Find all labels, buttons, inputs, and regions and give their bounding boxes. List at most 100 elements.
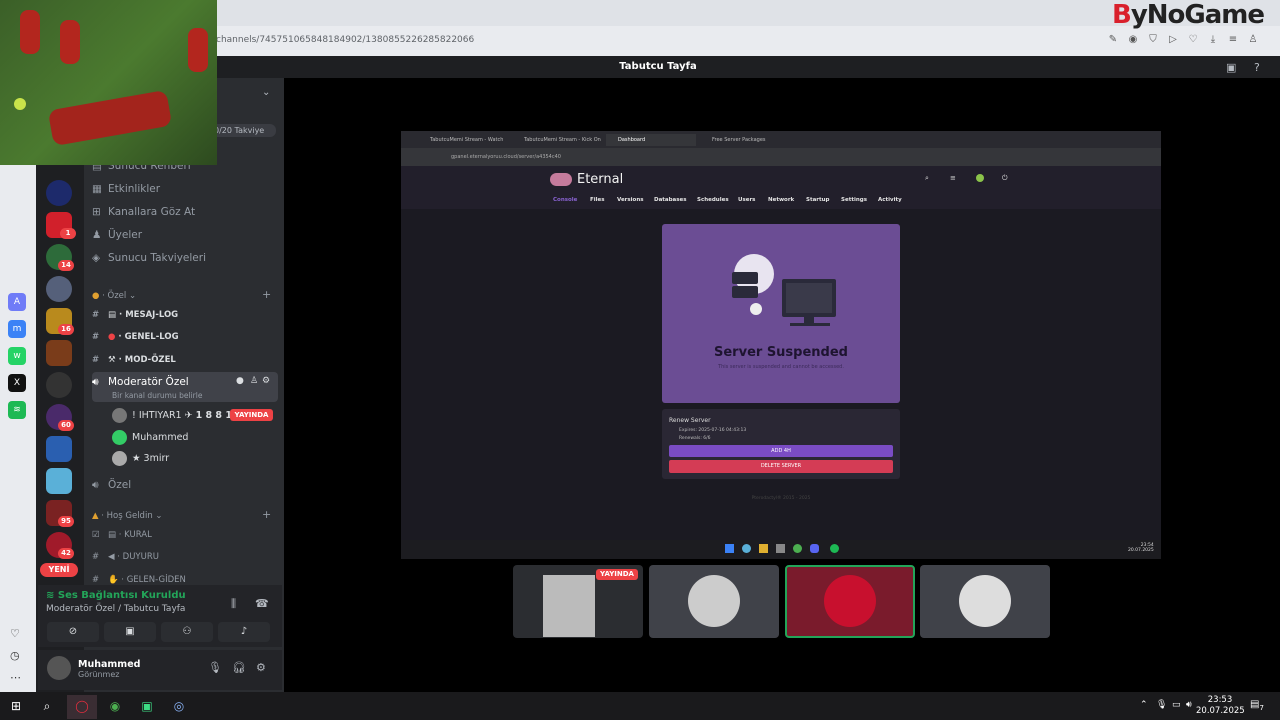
username[interactable]: Muhammed bbox=[78, 659, 140, 670]
search-icon[interactable]: ⌕ bbox=[38, 697, 56, 715]
account-icon[interactable]: ♙ bbox=[1246, 34, 1260, 48]
channel-mesaj-log[interactable]: # ▤ · MESAJ-LOG bbox=[92, 305, 278, 325]
edit-icon[interactable]: ✎ bbox=[1106, 34, 1120, 48]
server-icon[interactable] bbox=[46, 340, 72, 366]
spotify-icon bbox=[830, 544, 839, 553]
play-icon[interactable]: ▷ bbox=[1166, 34, 1180, 48]
participant-tile[interactable] bbox=[649, 565, 779, 638]
nav-item: Versions bbox=[617, 197, 644, 203]
disconnect-icon[interactable]: ☎ bbox=[255, 597, 269, 610]
menu-icon[interactable]: ≡ bbox=[1226, 34, 1240, 48]
microphone-icon[interactable]: 🎙︎ bbox=[1156, 700, 1167, 710]
messenger-icon[interactable]: m bbox=[8, 320, 26, 338]
microphone-icon[interactable]: 🎙︎ bbox=[208, 661, 222, 674]
screen-share-button[interactable]: ▣ bbox=[104, 622, 156, 642]
spotify-icon[interactable]: ≋ bbox=[8, 401, 26, 419]
participant-tile-speaking[interactable] bbox=[785, 565, 915, 638]
stream-tab: Free Server Packages bbox=[712, 137, 766, 143]
voice-user[interactable]: ★ 3mirr bbox=[112, 449, 169, 469]
channel-duyuru[interactable]: # ◀ · DUYURU bbox=[92, 547, 278, 567]
opera-icon[interactable]: ◯ bbox=[73, 697, 91, 715]
heart-icon[interactable]: ♡ bbox=[10, 627, 20, 640]
browse-icon: ⊞ bbox=[92, 206, 101, 218]
voice-channel-path[interactable]: Moderatör Özel / Tabutcu Tayfa bbox=[46, 604, 185, 614]
avatar[interactable] bbox=[47, 656, 71, 680]
discord-icon bbox=[810, 544, 819, 553]
volume-icon[interactable]: 🔊︎ bbox=[1186, 700, 1192, 710]
channel-kural[interactable]: ☑ ▤ · KURAL bbox=[92, 525, 278, 545]
menu-events[interactable]: ▦ Etkinlikler bbox=[92, 179, 278, 199]
add-channel-icon[interactable]: + bbox=[262, 288, 271, 301]
whatsapp-icon[interactable]: w bbox=[8, 347, 26, 365]
shield-icon[interactable]: ⛉ bbox=[1146, 34, 1160, 48]
channel-status-hint[interactable]: Bir kanal durumu belirle bbox=[112, 391, 202, 400]
activity-button[interactable]: ⚇ bbox=[161, 622, 213, 642]
expires-text: Expires: 2025-07-16 04:43:13 bbox=[679, 428, 747, 433]
renewals-text: Renewals: 6/6 bbox=[679, 436, 711, 441]
add-channel-icon[interactable]: + bbox=[262, 508, 271, 521]
pip-video[interactable] bbox=[0, 0, 217, 165]
headphones-icon[interactable]: 🎧︎ bbox=[232, 661, 246, 674]
start-icon[interactable]: ⊞ bbox=[7, 697, 25, 715]
nav-item: Activity bbox=[878, 197, 902, 203]
windows-taskbar bbox=[0, 692, 1280, 720]
chat-icon[interactable]: ● bbox=[236, 376, 244, 386]
x-icon[interactable]: X bbox=[8, 374, 26, 392]
avatar bbox=[112, 451, 127, 466]
chevron-up-icon[interactable]: ⌃ bbox=[1140, 700, 1148, 710]
app-icon bbox=[742, 544, 751, 553]
system-clock[interactable]: 23:53 20.07.2025 bbox=[1196, 695, 1245, 717]
hash-icon: # bbox=[92, 332, 100, 342]
notification-icon[interactable]: ▤7 bbox=[1250, 699, 1264, 712]
voice-channel-ozel[interactable]: 🔊︎ Özel bbox=[92, 475, 278, 495]
inbox-icon[interactable]: ▣ bbox=[1226, 61, 1236, 74]
voice-user[interactable]: ! IHTIYAR1 ✈ 1 8 8 1 bbox=[112, 406, 232, 426]
hash-icon: # bbox=[92, 355, 100, 365]
server-badge: 14 bbox=[58, 260, 74, 271]
menu-browse-channels[interactable]: ⊞ Kanallara Göz At bbox=[92, 202, 278, 222]
ball-icon bbox=[14, 98, 26, 110]
participant-tile[interactable] bbox=[920, 565, 1050, 638]
nav-item: Files bbox=[590, 197, 605, 203]
steam-icon[interactable]: ◎ bbox=[170, 697, 188, 715]
help-icon[interactable]: ? bbox=[1254, 61, 1260, 74]
window-title: Tabutcu Tayfa bbox=[36, 56, 1280, 78]
soundboard-button[interactable]: ♪ bbox=[218, 622, 270, 642]
user-status[interactable]: Görünmez bbox=[78, 670, 119, 679]
category-ozel[interactable]: ● · Özel ⌄ bbox=[92, 288, 136, 304]
channel-genel-log[interactable]: # ● · GENEL-LOG bbox=[92, 327, 278, 347]
server-icon[interactable] bbox=[46, 276, 72, 302]
app-store-icon[interactable]: A bbox=[8, 293, 26, 311]
new-pill[interactable]: YENİ bbox=[40, 563, 78, 577]
menu-members[interactable]: ♟ Üyeler bbox=[92, 225, 278, 245]
channel-mod-ozel[interactable]: # ⚒ · MOD-ÖZEL bbox=[92, 350, 278, 370]
voice-connected-status[interactable]: ≋ Ses Bağlantısı Kuruldu bbox=[46, 590, 186, 601]
network-icon[interactable]: ▭ bbox=[1172, 700, 1181, 710]
voice-user[interactable]: Muhammed bbox=[112, 428, 188, 448]
nav-item: Settings bbox=[841, 197, 867, 203]
server-icon[interactable] bbox=[46, 468, 72, 494]
server-icon[interactable] bbox=[46, 180, 72, 206]
stream-address-bar: gpanel.eternalyoruu.cloud/server/a4354c4… bbox=[401, 148, 1161, 166]
noise-icon[interactable]: ⫼ bbox=[231, 597, 236, 611]
server-icon[interactable] bbox=[46, 436, 72, 462]
menu-server-boosts[interactable]: ◈ Sunucu Takviyeleri bbox=[92, 248, 278, 268]
history-icon[interactable]: ◷ bbox=[10, 649, 20, 662]
chrome-icon[interactable]: ◉ bbox=[106, 697, 124, 715]
gear-icon[interactable]: ⚙ bbox=[256, 661, 266, 674]
server-icon[interactable] bbox=[46, 372, 72, 398]
chevron-down-icon[interactable]: ⌄ bbox=[262, 87, 270, 98]
gear-icon[interactable]: ⚙ bbox=[262, 376, 270, 386]
calendar-icon: ▦ bbox=[92, 183, 102, 195]
app-icon[interactable]: ▣ bbox=[138, 697, 156, 715]
download-icon[interactable]: ⤓ bbox=[1206, 34, 1220, 48]
camera-icon[interactable]: ◉ bbox=[1126, 34, 1140, 48]
lock-icon: ● bbox=[92, 291, 100, 301]
camera-button[interactable]: ⊘ bbox=[47, 622, 99, 642]
invite-icon[interactable]: ♙ bbox=[250, 376, 258, 386]
address-bar[interactable]: channels/745751065848184902/138085522628… bbox=[210, 30, 1100, 52]
category-hosgeldin[interactable]: ▲ · Hoş Geldin ⌄ bbox=[92, 508, 163, 524]
live-badge: YAYINDA bbox=[230, 409, 273, 421]
more-icon[interactable]: ⋯ bbox=[10, 671, 21, 684]
heart-icon[interactable]: ♡ bbox=[1186, 34, 1200, 48]
